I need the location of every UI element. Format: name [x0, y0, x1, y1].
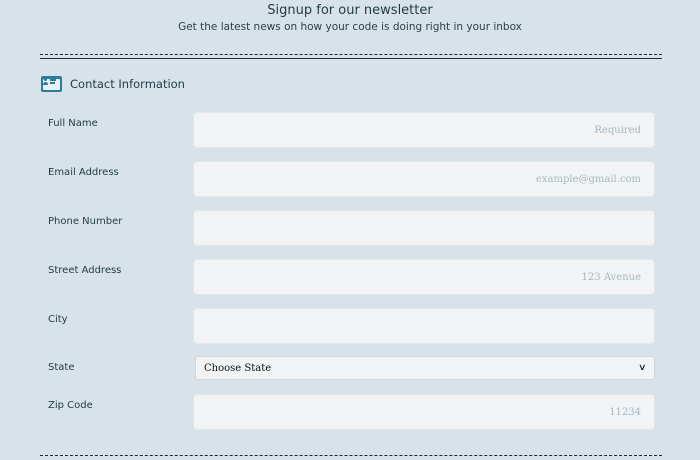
phone-label: Phone Number	[48, 216, 123, 227]
chevron-down-icon: ∨	[638, 363, 647, 373]
state-select-value: Choose State	[204, 362, 272, 374]
section-header: Contact Information	[41, 75, 185, 93]
page-title: Signup for our newsletter	[267, 3, 433, 18]
email-label: Email Address	[48, 167, 119, 178]
street-address-label: Street Address	[48, 265, 122, 276]
page-subtitle: Get the latest news on how your code is …	[178, 21, 522, 33]
bottom-dashed-divider	[40, 455, 662, 456]
section-title: Contact Information	[70, 77, 185, 91]
city-input[interactable]	[193, 308, 655, 344]
city-label: City	[48, 314, 68, 325]
phone-input[interactable]	[193, 210, 655, 246]
email-input[interactable]	[193, 161, 655, 197]
street-address-input[interactable]	[193, 259, 655, 295]
top-solid-divider	[40, 58, 662, 59]
zip-code-label: Zip Code	[48, 400, 93, 411]
zip-code-input[interactable]	[193, 394, 655, 430]
top-dashed-divider	[40, 54, 662, 55]
state-select[interactable]: Choose State ∨	[195, 356, 655, 380]
full-name-label: Full Name	[48, 118, 98, 129]
full-name-input[interactable]	[193, 112, 655, 148]
id-card-icon	[41, 76, 62, 92]
state-label: State	[48, 362, 75, 373]
